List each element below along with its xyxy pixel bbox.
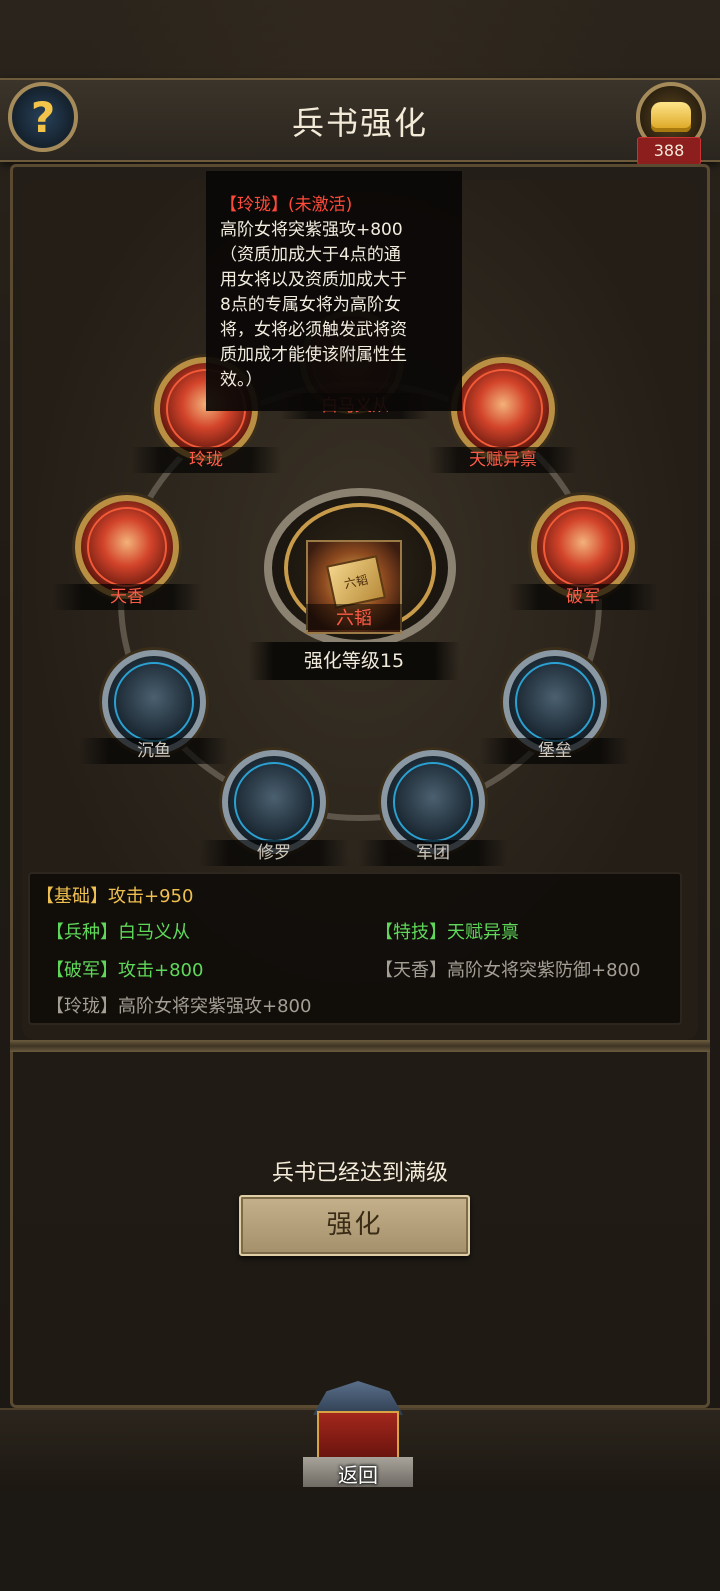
- stat-skill-key: 【特技】: [375, 922, 447, 943]
- node-label-pojun: 破军: [508, 584, 658, 610]
- node-label-tianfuyibing: 天赋异禀: [428, 447, 578, 473]
- node-label-juntuan: 军团: [358, 840, 508, 866]
- stat-tianxiang: 【天香】高阶女将突紫防御+800: [375, 956, 640, 982]
- stat-base: 【基础】攻击+950: [36, 882, 193, 908]
- enhance-button[interactable]: 强化: [239, 1195, 470, 1256]
- gold-count-badge: 388: [637, 137, 701, 165]
- stat-unit-key: 【兵种】: [46, 922, 118, 943]
- army-icon: [393, 762, 473, 842]
- gold-ingot-icon: [651, 102, 691, 132]
- tooltip-line: 高阶女将突紫强攻+800: [220, 220, 403, 240]
- warrior-icon: [463, 369, 543, 449]
- tooltip-line: 将，女将必须触发武将资: [220, 320, 407, 340]
- max-level-text: 兵书已经达到满级: [271, 1161, 448, 1186]
- stats-box: 【基础】攻击+950 【兵种】白马义从 【特技】天赋异禀 【破军】攻击+800 …: [28, 872, 682, 1025]
- tooltip-line: 用女将以及资质加成大于: [220, 270, 407, 290]
- question-icon: ?: [30, 92, 56, 142]
- node-label-linglong: 玲珑: [131, 447, 281, 473]
- tooltip-title: 【玲珑】(未激活): [220, 195, 353, 215]
- castle-gate-icon: [317, 1411, 399, 1459]
- tooltip-line: 效。）: [220, 370, 263, 390]
- spearhead-icon: [543, 507, 623, 587]
- header-bar: 兵书强化 ?: [0, 78, 720, 162]
- stat-linglong: 【玲珑】高阶女将突紫强攻+800: [46, 992, 311, 1018]
- node-label-chenyu: 沉鱼: [79, 738, 229, 764]
- section-divider: [10, 1040, 710, 1052]
- stat-skill: 【特技】天赋异禀: [375, 918, 519, 944]
- node-label-xiuluo: 修罗: [199, 840, 349, 866]
- node-label-baolei: 堡垒: [480, 738, 630, 764]
- stat-base-key: 【基础】: [36, 886, 108, 907]
- node-juntuan[interactable]: [381, 750, 485, 854]
- node-label-tianxiang: 天香: [52, 584, 202, 610]
- sash-icon: [87, 507, 167, 587]
- fortress-icon: [515, 662, 595, 742]
- enhance-level-text: 强化等级15: [248, 642, 460, 680]
- stat-tianxiang-value: 高阶女将突紫防御+800: [447, 960, 641, 981]
- stat-pojun: 【破军】攻击+800: [46, 956, 203, 982]
- castle-roof-icon: [313, 1381, 403, 1415]
- sword-icon: [114, 662, 194, 742]
- node-tianfuyibing[interactable]: [451, 357, 555, 461]
- stat-unit-value: 白马义从: [118, 922, 190, 943]
- stat-pojun-value: 攻击+800: [118, 960, 204, 981]
- page-title: 兵书强化: [291, 104, 428, 142]
- stat-linglong-value: 高阶女将突紫强攻+800: [118, 996, 312, 1017]
- masked-warrior-icon: [234, 762, 314, 842]
- book-icon: 六韬: [325, 555, 387, 609]
- node-xiuluo[interactable]: [222, 750, 326, 854]
- stat-pojun-key: 【破军】: [46, 960, 118, 981]
- stat-linglong-key: 【玲珑】: [46, 996, 118, 1017]
- center-book-label: 六韬: [306, 604, 402, 630]
- stat-tianxiang-key: 【天香】: [375, 960, 447, 981]
- tooltip-line: （资质加成大于4点的通: [220, 245, 401, 265]
- help-button[interactable]: ?: [8, 82, 78, 152]
- linglong-tooltip: 【玲珑】(未激活) 高阶女将突紫强攻+800 （资质加成大于4点的通 用女将以及…: [206, 171, 462, 411]
- stat-unit: 【兵种】白马义从: [46, 918, 190, 944]
- tooltip-line: 8点的专属女将为高阶女: [220, 295, 401, 315]
- tooltip-line: 质加成才能使该附属性生: [220, 345, 407, 365]
- stat-skill-value: 天赋异禀: [447, 922, 519, 943]
- stat-base-value: 攻击+950: [108, 886, 194, 907]
- back-label[interactable]: 返回: [303, 1459, 413, 1488]
